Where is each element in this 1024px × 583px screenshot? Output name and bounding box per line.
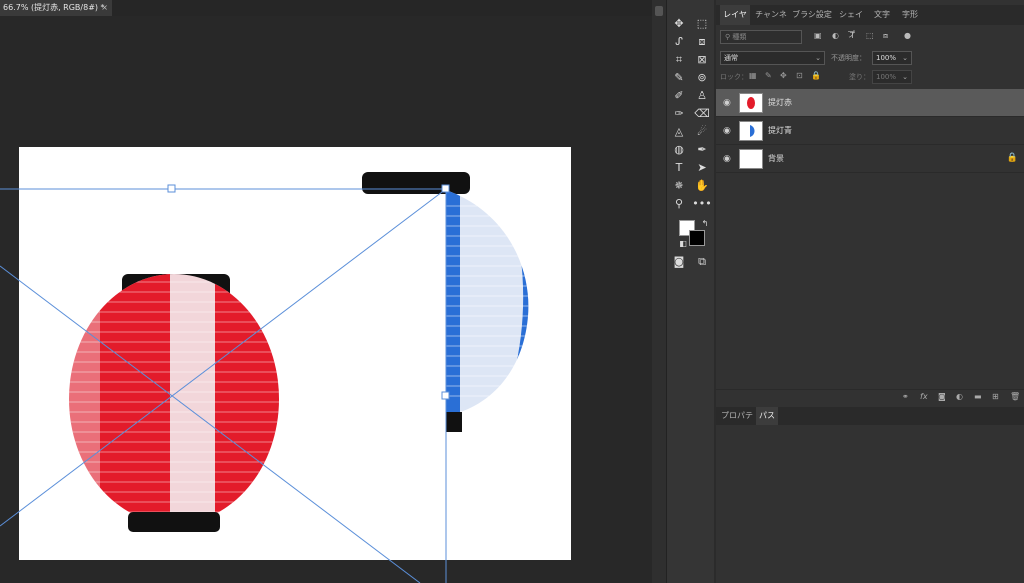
eraser-tool-icon[interactable]: ⌫ <box>692 106 712 122</box>
pen-tool-icon[interactable]: ✒ <box>692 142 712 158</box>
fill-value: 100% <box>876 73 897 81</box>
layer-row[interactable]: ◉ 背景 🔒 <box>716 145 1024 173</box>
shape-tool-icon[interactable]: ✵ <box>669 178 689 194</box>
tab-glyphs[interactable]: 字形 <box>898 5 922 25</box>
blend-row: 通常 ⌄ 不透明度： 100% ⌄ <box>716 49 1024 67</box>
layers-panel: レイヤー チャンネル ブラシ設定 シェイプ 文字 字形 ⚲ 種類 ▣ ◐ T ⬚… <box>716 0 1024 583</box>
document-tab-title: 66.7% (提灯赤, RGB/8#) * <box>3 3 105 12</box>
red-lantern <box>69 274 279 532</box>
layer-thumbnail <box>739 121 763 141</box>
smudge-tool-icon[interactable]: ☄ <box>692 124 712 140</box>
paint-bucket-tool-icon[interactable]: ◬ <box>669 124 689 140</box>
layer-thumbnail <box>739 93 763 113</box>
lock-pixels-icon[interactable]: ✎ <box>765 71 772 80</box>
layer-row[interactable]: ◉ 提灯青 <box>716 117 1024 145</box>
layer-thumbnail <box>739 149 763 169</box>
brush-tool-icon[interactable]: ✐ <box>669 88 689 104</box>
blue-lantern <box>362 172 529 432</box>
canvas-area[interactable] <box>0 16 652 583</box>
tools-panel: ✥ ⬚ ᔑ ⧈ ⌗ ⊠ ✎ ⊚ ✐ ♙ ✑ ⌫ ◬ ☄ ◍ ✒ T ➤ ✵ ✋ … <box>666 0 714 583</box>
type-filter-icon[interactable]: T <box>850 31 855 40</box>
visibility-eye-icon[interactable]: ◉ <box>723 154 731 164</box>
dodge-tool-icon[interactable]: ◍ <box>669 142 689 158</box>
layer-style-icon[interactable]: fx <box>920 392 928 401</box>
layer-list: ◉ 提灯赤 ◉ 提灯青 ◉ 背景 🔒 <box>716 89 1024 389</box>
chevron-down-icon: ⌄ <box>902 54 908 62</box>
tab-paths[interactable]: パス <box>756 407 778 425</box>
path-select-tool-icon[interactable]: ➤ <box>692 160 712 176</box>
hand-tool-icon[interactable]: ✋ <box>692 178 712 194</box>
canvas-scrollbar[interactable] <box>652 0 666 583</box>
zoom-tool-icon[interactable]: ⚲ <box>669 196 689 212</box>
lock-all-icon[interactable]: 🔒 <box>811 71 821 80</box>
scrollbar-thumb[interactable] <box>655 6 663 16</box>
layer-footer-toolbar: ⚭ fx ◙ ◐ ▬ ⊞ 🗑 <box>716 389 1024 405</box>
tab-character[interactable]: 文字 <box>870 5 894 25</box>
blend-mode-value: 通常 <box>724 54 738 62</box>
smart-object-filter-icon[interactable]: ⧈ <box>883 31 888 41</box>
fill-label: 塗り： <box>849 73 870 81</box>
new-layer-icon[interactable]: ⊞ <box>992 392 999 401</box>
opacity-value: 100% <box>876 54 897 62</box>
chevron-down-icon: ⌄ <box>815 54 821 62</box>
stamp-tool-icon[interactable]: ♙ <box>692 88 712 104</box>
properties-panel-body <box>716 425 1024 583</box>
tab-properties[interactable]: プロパティ <box>720 407 754 438</box>
eyedropper-tool-icon[interactable]: ✎ <box>669 70 689 86</box>
chevron-down-icon: ⌄ <box>902 73 908 81</box>
delete-layer-icon[interactable]: 🗑 <box>1010 392 1020 401</box>
pixel-filter-icon[interactable]: ▣ <box>814 31 822 40</box>
swap-colors-icon[interactable]: ↰ <box>695 216 715 232</box>
filter-toggle-icon[interactable]: ● <box>904 31 911 40</box>
layer-kind-filter-label: 種類 <box>732 33 747 41</box>
tab-channels[interactable]: チャンネル <box>752 5 790 39</box>
close-tab-icon[interactable]: × <box>101 0 108 16</box>
adjustment-filter-icon[interactable]: ◐ <box>832 31 839 40</box>
layer-lock-icon: 🔒 <box>1006 153 1018 163</box>
fill-input[interactable]: 100% ⌄ <box>872 70 912 84</box>
opacity-label: 不透明度： <box>831 54 866 62</box>
type-tool-icon[interactable]: T <box>669 160 689 176</box>
document-tab-bar: 66.7% (提灯赤, RGB/8#) * × <box>0 0 666 16</box>
tab-brush-settings[interactable]: ブラシ設定 <box>792 5 832 25</box>
frame-tool-icon[interactable]: ⊠ <box>692 52 712 68</box>
add-mask-icon[interactable]: ◙ <box>938 392 946 401</box>
move-tool-icon[interactable]: ✥ <box>669 16 689 32</box>
tab-layers[interactable]: レイヤー <box>720 5 750 39</box>
visibility-eye-icon[interactable]: ◉ <box>723 126 731 136</box>
opacity-input[interactable]: 100% ⌄ <box>872 51 912 65</box>
screen-mode-icon[interactable]: ⧉ <box>692 254 712 270</box>
visibility-eye-icon[interactable]: ◉ <box>723 98 731 108</box>
3d-tool-icon[interactable]: ⊚ <box>692 70 712 86</box>
link-layers-icon[interactable]: ⚭ <box>902 392 909 401</box>
layer-name: 提灯赤 <box>768 98 792 107</box>
document-tab[interactable]: 66.7% (提灯赤, RGB/8#) * × <box>0 0 112 16</box>
canvas-graphics <box>0 172 529 583</box>
quick-mask-icon[interactable]: ◙ <box>669 254 689 270</box>
properties-tab-bar: プロパティ パス <box>716 407 1024 438</box>
lasso-tool-icon[interactable]: ᔑ <box>669 34 689 50</box>
lock-artboard-icon[interactable]: ⊡ <box>796 71 803 80</box>
panel-tab-bar: レイヤー チャンネル ブラシ設定 シェイプ 文字 字形 <box>716 5 1024 39</box>
default-colors-icon[interactable]: ◧ <box>673 236 693 252</box>
layer-name: 提灯青 <box>768 126 792 135</box>
tab-shapes[interactable]: シェイプ <box>836 5 866 39</box>
marquee-tool-icon[interactable]: ⬚ <box>692 16 712 32</box>
lock-row: ロック： ▦ ✎ ✥ ⊡ 🔒 塗り： 100% ⌄ <box>716 69 1024 85</box>
crop-tool-icon[interactable]: ⌗ <box>669 52 689 68</box>
layer-row[interactable]: ◉ 提灯赤 <box>716 89 1024 117</box>
shape-filter-icon[interactable]: ⬚ <box>866 31 874 40</box>
object-select-tool-icon[interactable]: ⧈ <box>692 34 712 50</box>
layer-kind-filter[interactable]: ⚲ 種類 <box>720 30 802 44</box>
history-brush-tool-icon[interactable]: ✑ <box>669 106 689 122</box>
lock-transparent-icon[interactable]: ▦ <box>749 71 757 80</box>
blend-mode-select[interactable]: 通常 ⌄ <box>720 51 825 65</box>
more-tools-icon[interactable]: ••• <box>692 196 712 212</box>
adjustment-layer-icon[interactable]: ◐ <box>956 392 963 401</box>
group-folder-icon[interactable]: ▬ <box>974 392 982 401</box>
layer-filter-row: ⚲ 種類 ▣ ◐ T ⬚ ⧈ ● <box>716 27 1024 47</box>
layer-name: 背景 <box>768 154 784 163</box>
lock-label: ロック： <box>720 73 748 81</box>
lock-position-icon[interactable]: ✥ <box>780 71 787 80</box>
